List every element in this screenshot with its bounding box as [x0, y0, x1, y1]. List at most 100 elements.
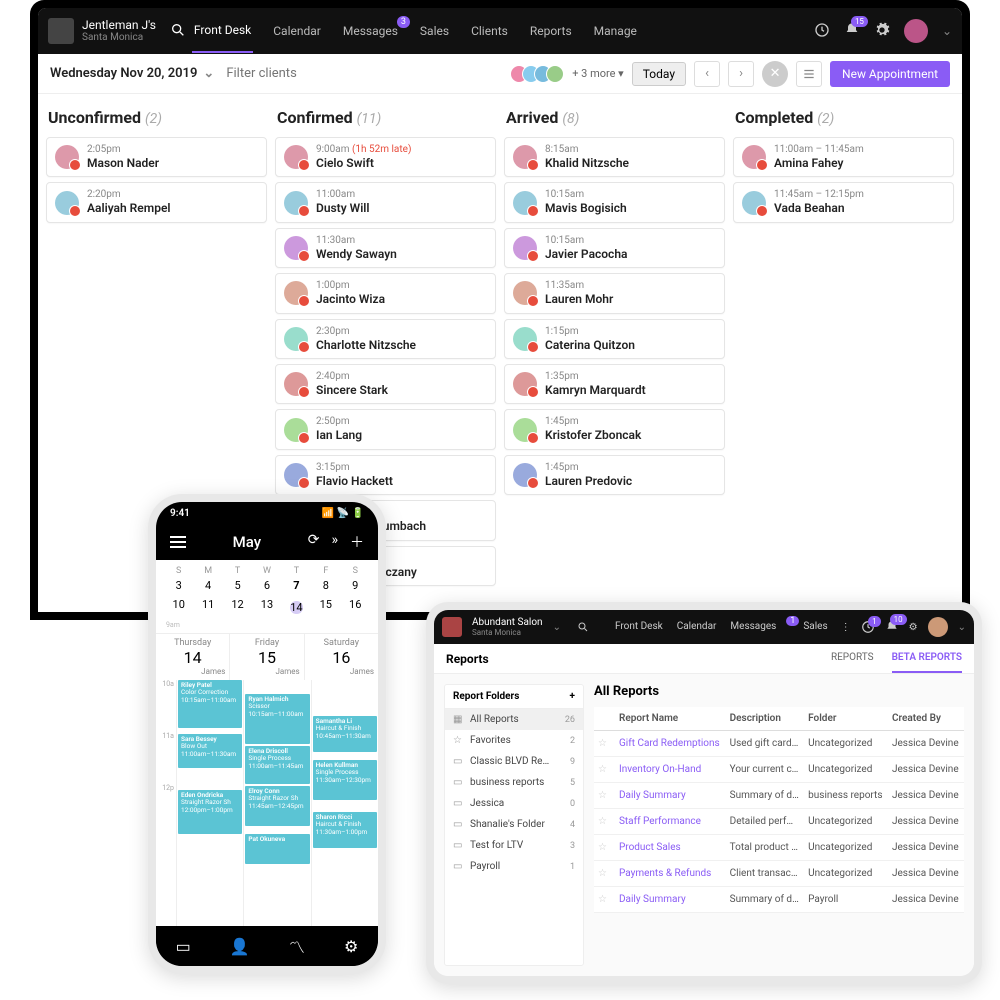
tablet-notifications[interactable]: 10	[885, 620, 899, 634]
folder-item[interactable]: ▭Classic BLVD Re…9	[445, 751, 583, 772]
schedule-col-0[interactable]: Riley PatelColor Correction10:15am–11:00…	[176, 680, 243, 926]
date-cell[interactable]: 13	[252, 598, 281, 618]
tablet-nav-front-desk[interactable]: Front Desk	[615, 621, 663, 633]
chevron-down-icon[interactable]: ⌄	[942, 24, 952, 38]
report-name-link[interactable]: Gift Card Redemptions	[615, 731, 726, 757]
star-icon[interactable]: ☆	[598, 764, 607, 775]
schedule-event[interactable]: Pat Okuneva	[245, 834, 309, 864]
nav-front-desk[interactable]: Front Desk	[192, 9, 253, 53]
appointment-card[interactable]: 2:05pmMason Nader	[46, 137, 267, 177]
more-staff[interactable]: + 3 more ▾	[572, 67, 624, 80]
column-header[interactable]: Report Name	[615, 707, 726, 731]
close-icon[interactable]: ✕	[762, 61, 788, 87]
date-cell[interactable]: 8	[311, 579, 340, 592]
new-appointment-button[interactable]: New Appointment	[830, 61, 950, 87]
date-cell[interactable]: 12	[223, 598, 252, 618]
star-icon[interactable]: ☆	[598, 816, 607, 827]
report-name-link[interactable]: Daily Summary	[615, 783, 726, 809]
folder-item[interactable]: ▭Test for LTV3	[445, 835, 583, 856]
star-icon[interactable]: ☆	[598, 868, 607, 879]
appointment-card[interactable]: 2:30pmCharlotte Nitzsche	[275, 319, 496, 359]
report-name-link[interactable]: Product Sales	[615, 835, 726, 861]
date-cell[interactable]: 16	[341, 598, 370, 618]
tab-reports[interactable]: REPORTS	[831, 644, 874, 673]
today-button[interactable]: Today	[632, 62, 686, 86]
star-icon[interactable]: ☆	[598, 894, 607, 905]
report-name-link[interactable]: Staff Performance	[615, 809, 726, 835]
tablet-nav-messages[interactable]: Messages1	[730, 621, 789, 633]
folder-item[interactable]: ▭Shanalie's Folder4	[445, 814, 583, 835]
schedule-col-2[interactable]: Samantha LiHaircut & Finish10:45am–11:30…	[311, 680, 378, 926]
star-icon[interactable]: ☆	[598, 842, 607, 853]
table-row[interactable]: ☆Staff PerformanceDetailed perf…Uncatego…	[594, 809, 964, 835]
day-header[interactable]: Friday15James	[230, 634, 304, 680]
folder-item[interactable]: ▭Payroll1	[445, 856, 583, 877]
folder-item[interactable]: ▦All Reports26	[445, 709, 583, 730]
user-avatar[interactable]	[904, 19, 928, 43]
tab-profile-icon[interactable]: 👤	[230, 937, 250, 956]
column-header[interactable]: Created By	[888, 707, 964, 731]
tablet-brand[interactable]: Abundant Salon Santa Monica	[472, 617, 543, 637]
next-day-button[interactable]: ›	[728, 61, 754, 87]
column-header[interactable]: Description	[726, 707, 805, 731]
appointment-card[interactable]: 10:15amMavis Bogisich	[504, 182, 725, 222]
date-cell[interactable]: 7	[282, 579, 311, 592]
schedule-event[interactable]: Elena DriscollSingle Process11:00am–11:4…	[245, 746, 309, 784]
table-row[interactable]: ☆Daily SummarySummary of d…business repo…	[594, 783, 964, 809]
phone-title[interactable]: May	[233, 533, 261, 551]
date-cell[interactable]: 11	[193, 598, 222, 618]
appointment-card[interactable]: 1:45pmKristofer Zboncak	[504, 409, 725, 449]
add-folder-button[interactable]: +	[570, 691, 575, 702]
nav-reports[interactable]: Reports	[528, 10, 574, 52]
appointment-card[interactable]: 11:45am – 12:15pmVada Beahan	[733, 182, 954, 222]
tablet-nav-calendar[interactable]: Calendar	[677, 621, 717, 633]
appointment-card[interactable]: 1:45pmLauren Predovic	[504, 455, 725, 495]
schedule-event[interactable]: Samantha LiHaircut & Finish10:45am–11:30…	[313, 716, 377, 752]
appointment-card[interactable]: 11:00am – 11:45amAmina Fahey	[733, 137, 954, 177]
gear-icon[interactable]	[874, 22, 890, 41]
folder-item[interactable]: ▭Jessica0	[445, 793, 583, 814]
gear-icon[interactable]: ⚙	[909, 622, 918, 633]
notifications[interactable]: 15	[844, 22, 860, 41]
prev-day-button[interactable]: ‹	[694, 61, 720, 87]
table-row[interactable]: ☆Inventory On-HandYour current c…Uncateg…	[594, 757, 964, 783]
appointment-card[interactable]: 10:15amJavier Pacocha	[504, 228, 725, 268]
folder-item[interactable]: ☆Favorites2	[445, 730, 583, 751]
search-icon[interactable]	[577, 621, 589, 633]
nav-messages[interactable]: Messages3	[341, 10, 400, 52]
day-header[interactable]: Thursday14James	[156, 634, 230, 680]
report-name-link[interactable]: Daily Summary	[615, 887, 726, 913]
date-cell[interactable]: 15	[311, 598, 340, 618]
date-cell[interactable]: 4	[193, 579, 222, 592]
column-header[interactable]: Folder	[804, 707, 888, 731]
schedule-event[interactable]: Ryan HalmichScissor10:15am–11:00am	[245, 694, 309, 744]
table-row[interactable]: ☆Gift Card RedemptionsUsed gift card…Unc…	[594, 731, 964, 757]
appointment-card[interactable]: 1:35pmKamryn Marquardt	[504, 364, 725, 404]
schedule-event[interactable]: Elroy ConnStraight Razor Sh11:45am–12:45…	[245, 786, 309, 826]
appointment-card[interactable]: 8:15amKhalid Nitzsche	[504, 137, 725, 177]
schedule-event[interactable]: Eden OndrickaStraight Razor Sh12:00pm–1:…	[178, 790, 242, 834]
chevron-down-icon[interactable]: ⌄	[553, 622, 561, 633]
plus-icon[interactable]: ＋	[350, 532, 364, 552]
appointment-card[interactable]: 11:35amLauren Mohr	[504, 273, 725, 313]
date-cell[interactable]: 14	[282, 598, 311, 618]
appointment-card[interactable]: 3:15pmFlavio Hackett	[275, 455, 496, 495]
nav-clients[interactable]: Clients	[469, 10, 510, 52]
report-name-link[interactable]: Payments & Refunds	[615, 861, 726, 887]
appointment-card[interactable]: 2:50pmIan Lang	[275, 409, 496, 449]
date-cell[interactable]: 10	[164, 598, 193, 618]
tab-settings-icon[interactable]: ⚙	[344, 937, 358, 956]
appointment-card[interactable]: 9:00am (1h 52m late)Cielo Swift	[275, 137, 496, 177]
table-row[interactable]: ☆Payments & RefundsClient transac…Uncate…	[594, 861, 964, 887]
phone-schedule[interactable]: 10a11a12p Riley PatelColor Correction10:…	[156, 680, 378, 926]
report-name-link[interactable]: Inventory On-Hand	[615, 757, 726, 783]
list-view-icon[interactable]	[796, 61, 822, 87]
star-icon[interactable]: ☆	[598, 738, 607, 749]
table-row[interactable]: ☆Daily SummarySummary of d…PayrollJessic…	[594, 887, 964, 913]
appointment-card[interactable]: 11:00amDusty Will	[275, 182, 496, 222]
clock-icon[interactable]	[814, 22, 830, 41]
folder-item[interactable]: ▭business reports5	[445, 772, 583, 793]
tab-beta-reports[interactable]: BETA REPORTS	[892, 644, 962, 673]
tablet-nav-sales[interactable]: Sales	[803, 621, 827, 633]
day-header[interactable]: Saturday16James	[305, 634, 378, 680]
